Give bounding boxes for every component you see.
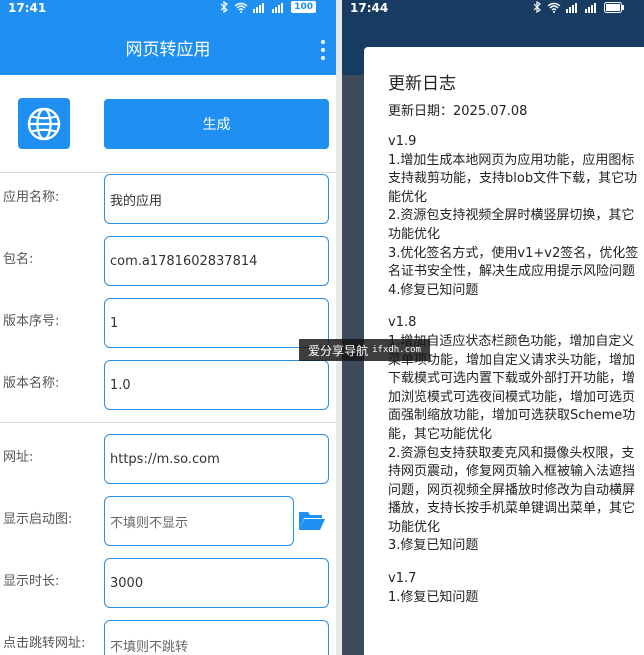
version-name-label: 版本名称: (3, 376, 60, 391)
bluetooth-icon (220, 1, 229, 13)
battery-icon (604, 1, 624, 13)
changelog-item: 1.修复已知问题 (388, 589, 479, 605)
splash-image-label: 显示启动图: (3, 512, 73, 527)
status-bar: 17:44 (342, 0, 644, 17)
watermark-text: 爱分享导航 (308, 343, 369, 358)
wifi-icon (547, 2, 561, 13)
status-time: 17:44 (350, 1, 389, 15)
version-name: v1.9 (388, 134, 417, 149)
version-block: v1.9 1.增加生成本地网页为应用功能，应用图标支持裁剪功能，支持blob文件… (388, 133, 642, 300)
wifi-icon (234, 2, 248, 13)
package-name-field[interactable]: com.a1781602837814 (104, 236, 329, 286)
app-name-label: 应用名称: (3, 190, 60, 205)
watermark: 爱分享导航 ifxdh.com (299, 339, 430, 361)
version-code-field[interactable]: 1 (104, 298, 329, 348)
changelog-item: 1.增加生成本地网页为应用功能，应用图标支持裁剪功能，支持blob文件下载，其它… (388, 152, 638, 205)
divider (0, 422, 336, 423)
app-bar: 17:41 100 网页转应用 (0, 0, 336, 75)
version-name: v1.7 (388, 571, 417, 587)
status-icons: 100 (219, 1, 316, 13)
generate-button[interactable]: 生成 (104, 99, 329, 149)
splash-duration-label: 显示时长: (3, 574, 60, 589)
changelog-body[interactable]: v1.9 1.增加生成本地网页为应用功能，应用图标支持裁剪功能，支持blob文件… (388, 133, 642, 607)
status-icons (532, 1, 624, 13)
page-title: 网页转应用 (125, 40, 211, 60)
version-block: v1.7 1.修复已知问题 (388, 570, 642, 607)
left-screen: 17:41 100 网页转应用 生成 应用名称: 我的应用 包名: com.a1… (0, 0, 336, 655)
more-menu-icon[interactable] (320, 40, 326, 60)
folder-icon[interactable] (298, 508, 326, 532)
globe-icon (27, 107, 61, 140)
signal-icon-2 (272, 2, 284, 13)
changelog-item: 3.优化签名方式，使用v1+v2签名，优化签名证书安全性，解决生成应用提示风险问… (388, 245, 639, 280)
dialog-title: 更新日志 (388, 74, 456, 94)
divider (0, 172, 336, 173)
url-label: 网址: (3, 450, 34, 465)
splash-image-field[interactable]: 不填则不显示 (104, 496, 294, 546)
splash-duration-field[interactable]: 3000 (104, 558, 329, 608)
version-code-label: 版本序号: (3, 314, 60, 329)
click-url-label: 点击跳转网址: (3, 636, 86, 651)
status-time: 17:41 (8, 1, 47, 15)
url-field[interactable]: https://m.so.com (104, 434, 329, 484)
click-url-field[interactable]: 不填则不跳转 (104, 620, 329, 655)
signal-icon (253, 2, 265, 13)
signal-icon (566, 2, 577, 13)
changelog-item: 2.资源包支持视频全屏时横竖屏切换，其它功能优化 (388, 208, 635, 242)
update-date: 更新日期：2025.07.08 (388, 104, 528, 119)
package-name-label: 包名: (3, 252, 34, 267)
bluetooth-icon (533, 1, 541, 13)
app-name-field[interactable]: 我的应用 (104, 174, 329, 224)
battery-icon: 100 (291, 1, 316, 13)
signal-icon-2 (585, 2, 596, 13)
version-name-field[interactable]: 1.0 (104, 360, 329, 410)
changelog-item: 2.资源包支持获取麦克风和摄像头权限，支持网页震动，修复网页输入框被输入法遮挡问… (388, 445, 636, 535)
right-screen: 17:44 更新日志 更新日期：2025.07.08 v1.9 1.增加生成本地… (342, 0, 644, 655)
watermark-url: ifxdh.com (372, 345, 421, 355)
app-icon-picker-button[interactable] (18, 98, 70, 149)
status-bar: 17:41 100 (0, 0, 336, 17)
changelog-item: 4.修复已知问题 (388, 282, 479, 298)
version-name: v1.8 (388, 315, 417, 331)
changelog-item: 3.修复已知问题 (388, 538, 479, 554)
